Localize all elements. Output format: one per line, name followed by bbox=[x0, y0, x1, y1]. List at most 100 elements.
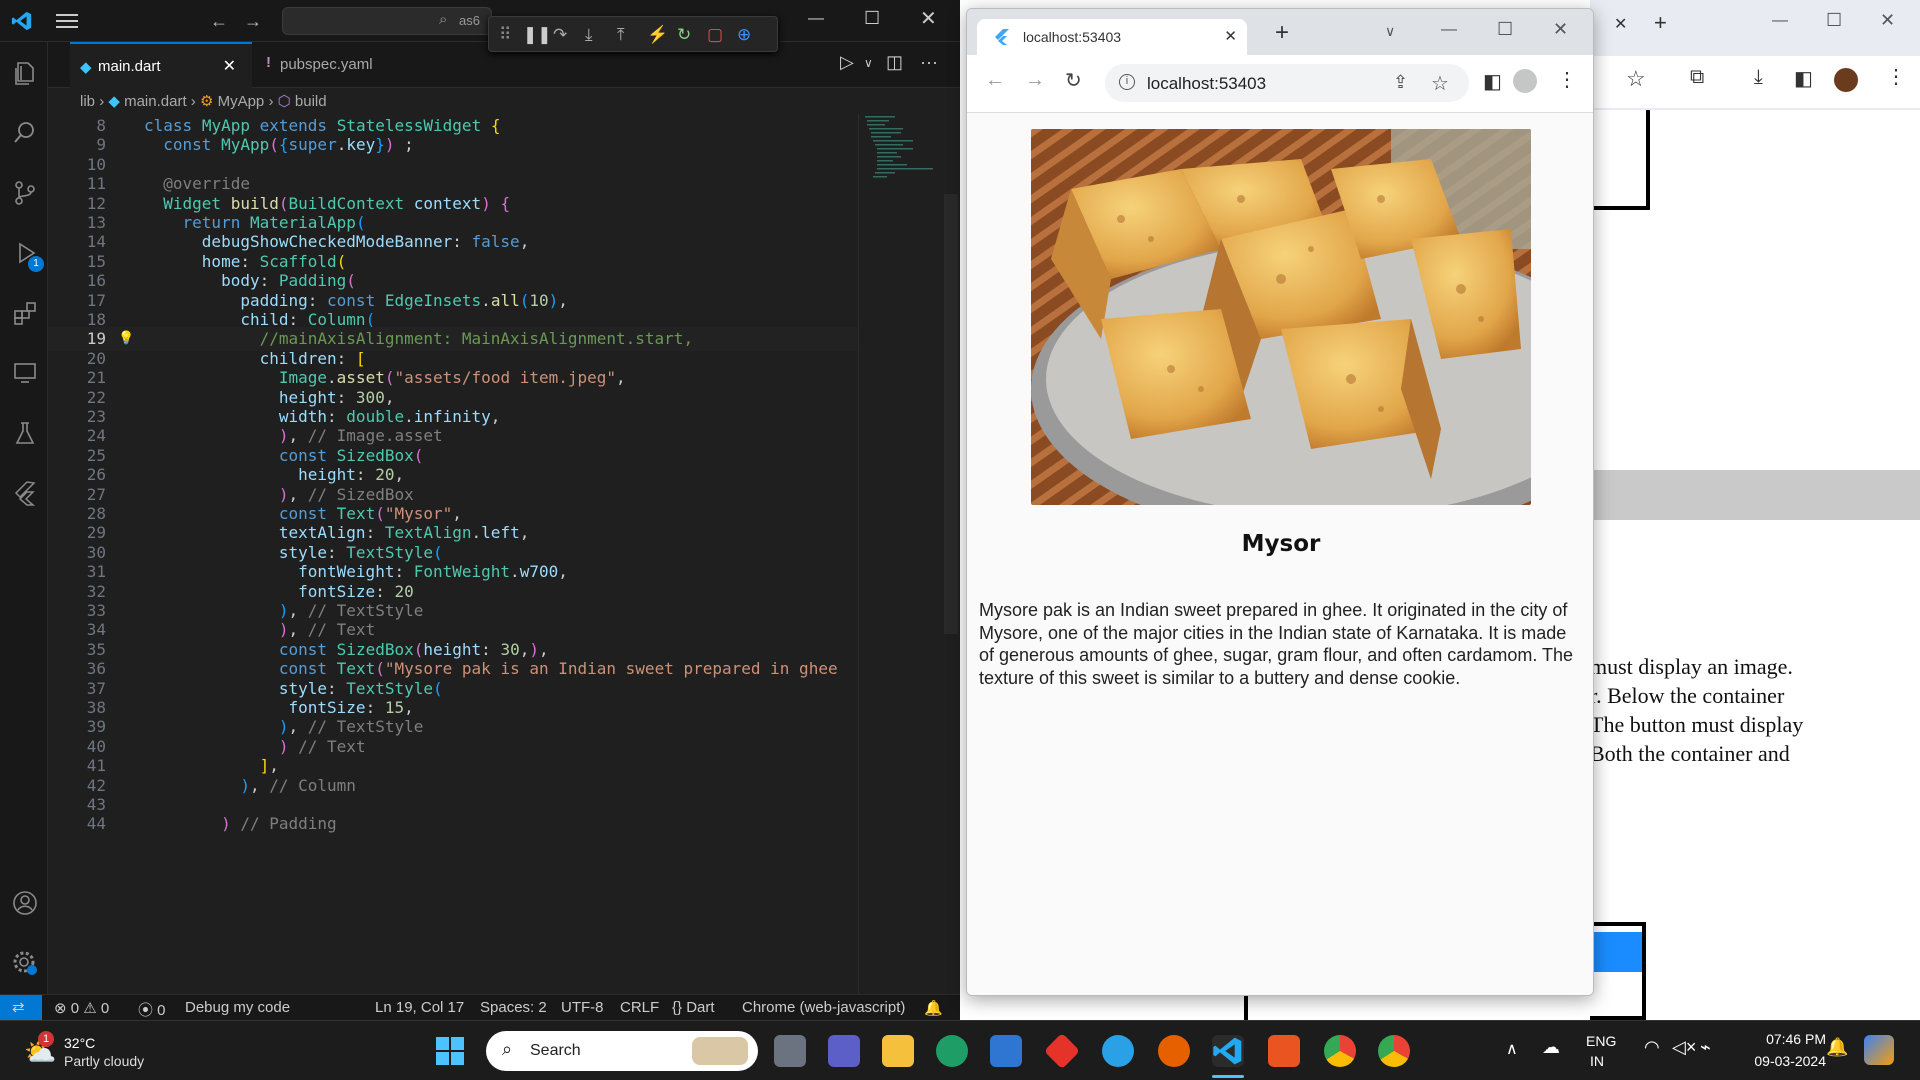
scrollbar-thumb[interactable] bbox=[944, 194, 958, 634]
more-actions-icon[interactable]: ··· bbox=[920, 52, 938, 73]
chrome-icon[interactable] bbox=[1378, 1035, 1410, 1067]
file-explorer-icon[interactable] bbox=[882, 1035, 914, 1067]
language-indicator[interactable]: ENG bbox=[1586, 1033, 1616, 1049]
region-indicator[interactable]: IN bbox=[1590, 1053, 1604, 1069]
store-icon[interactable] bbox=[990, 1035, 1022, 1067]
maximize-icon[interactable]: ☐ bbox=[864, 8, 880, 29]
profile-icon[interactable] bbox=[1513, 69, 1537, 93]
side-panel-icon[interactable]: ◧ bbox=[1794, 66, 1813, 91]
battery-icon[interactable]: ⌁ bbox=[1700, 1037, 1711, 1058]
forward-arrow-icon[interactable]: → bbox=[244, 11, 262, 32]
pause-icon[interactable]: ❚❚ bbox=[523, 25, 552, 45]
minimize-icon[interactable]: — bbox=[1772, 12, 1788, 30]
tab-pubspec-yaml[interactable]: ! pubspec.yaml bbox=[252, 42, 432, 88]
more-icon[interactable]: ⋮ bbox=[1886, 64, 1906, 89]
clock-date[interactable]: 09-03-2024 bbox=[1738, 1053, 1826, 1069]
manage-gear-icon[interactable] bbox=[12, 950, 38, 976]
chevron-down-icon[interactable]: ∨ bbox=[864, 56, 873, 70]
clock-time[interactable]: 07:46 PM bbox=[1742, 1031, 1826, 1047]
code-line[interactable]: 44 ) // Padding bbox=[48, 812, 858, 836]
explorer-icon[interactable] bbox=[12, 60, 38, 86]
more-icon[interactable]: ⋮ bbox=[1557, 67, 1577, 92]
close-icon[interactable]: ✕ bbox=[920, 6, 937, 31]
new-tab-icon[interactable]: + bbox=[1275, 19, 1289, 47]
task-view-icon[interactable] bbox=[774, 1035, 806, 1067]
vscode-taskbar-icon[interactable] bbox=[1212, 1035, 1244, 1067]
hot-reload-icon[interactable]: ⚡ bbox=[647, 25, 668, 45]
step-into-icon[interactable]: ⤓ bbox=[585, 25, 593, 45]
language-status[interactable]: {} Dart bbox=[672, 999, 715, 1016]
notification-bell-icon[interactable]: 🔔 bbox=[1826, 1037, 1848, 1058]
maximize-icon[interactable]: ☐ bbox=[1497, 19, 1513, 40]
profile-avatar[interactable] bbox=[1834, 68, 1858, 92]
share-icon[interactable]: ⇪ bbox=[1393, 72, 1408, 93]
download-icon[interactable]: ⤓ bbox=[1754, 66, 1763, 89]
editor-scrollbar[interactable] bbox=[944, 114, 958, 994]
tab-main-dart[interactable]: ◆ main.dart ✕ bbox=[70, 42, 252, 88]
source-control-icon[interactable] bbox=[12, 180, 38, 206]
side-panel-icon[interactable]: ◧ bbox=[1483, 69, 1502, 94]
encoding-status[interactable]: UTF-8 bbox=[561, 999, 604, 1016]
account-icon[interactable] bbox=[12, 890, 38, 916]
cursor-position-status[interactable]: Ln 19, Col 17 bbox=[375, 999, 464, 1016]
wifi-icon[interactable]: ◠ bbox=[1644, 1037, 1660, 1058]
volume-icon[interactable]: ◁× bbox=[1672, 1037, 1696, 1058]
edge-icon[interactable] bbox=[936, 1035, 968, 1067]
devtools-icon[interactable]: ⊕ bbox=[737, 25, 751, 45]
remote-indicator-button[interactable]: ⇄ bbox=[0, 995, 42, 1021]
stop-icon[interactable]: ▢ bbox=[707, 25, 723, 45]
breadcrumb-item[interactable]: build bbox=[295, 93, 327, 110]
weather-widget[interactable]: ⛅ 1 32°C Partly cloudy bbox=[20, 1031, 190, 1073]
run-icon[interactable]: ▷ bbox=[840, 52, 854, 73]
debug-my-code-status[interactable]: Debug my code bbox=[185, 999, 290, 1016]
back-arrow-icon[interactable]: ← bbox=[210, 11, 228, 32]
address-bar[interactable]: i localhost:53403 ⇪ ☆ bbox=[1105, 64, 1469, 102]
bookmark-star-icon[interactable]: ☆ bbox=[1626, 66, 1646, 92]
close-tab-icon[interactable]: ✕ bbox=[223, 56, 236, 76]
chevron-up-icon[interactable]: ∧ bbox=[1506, 1039, 1518, 1059]
ports-status[interactable]: ⦿ 0 bbox=[138, 999, 166, 1020]
back-arrow-icon[interactable]: ← bbox=[985, 69, 1005, 92]
tab-search-chevron-icon[interactable]: ∨ bbox=[1385, 23, 1395, 40]
code-editor[interactable]: 8 class MyApp extends StatelessWidget {9 … bbox=[48, 114, 858, 994]
extensions-icon[interactable] bbox=[12, 300, 38, 326]
taskbar-search-box[interactable]: ⌕ Search bbox=[486, 1031, 758, 1071]
flutter-icon[interactable] bbox=[12, 480, 38, 506]
new-tab-icon[interactable]: + bbox=[1654, 10, 1667, 36]
close-tab-icon[interactable]: ✕ bbox=[1614, 14, 1627, 34]
menu-icon[interactable] bbox=[56, 13, 78, 29]
teams-icon[interactable] bbox=[828, 1035, 860, 1067]
firefox-icon[interactable] bbox=[1158, 1035, 1190, 1067]
copilot-icon[interactable] bbox=[1864, 1035, 1894, 1065]
ubuntu-icon[interactable] bbox=[1268, 1035, 1300, 1067]
breadcrumb-item[interactable]: lib bbox=[80, 93, 95, 110]
extensions-icon[interactable]: ⧉ bbox=[1690, 66, 1704, 89]
onedrive-cloud-icon[interactable]: ☁ bbox=[1542, 1037, 1560, 1058]
chrome-profile-icon[interactable] bbox=[1324, 1035, 1356, 1067]
app-red-icon[interactable] bbox=[1043, 1032, 1081, 1070]
notifications-bell-icon[interactable]: 🔔 bbox=[924, 999, 943, 1017]
breadcrumb-item[interactable]: MyApp bbox=[218, 93, 265, 110]
windows-start-icon[interactable] bbox=[436, 1037, 464, 1065]
problems-status[interactable]: ⊗ 0 ⚠ 0 bbox=[54, 999, 109, 1017]
close-icon[interactable]: ✕ bbox=[1880, 10, 1895, 31]
indentation-status[interactable]: Spaces: 2 bbox=[480, 999, 547, 1016]
step-over-icon[interactable]: ↷ bbox=[553, 25, 567, 45]
search-icon[interactable] bbox=[12, 120, 38, 146]
maximize-icon[interactable]: ☐ bbox=[1826, 10, 1842, 31]
site-info-icon[interactable]: i bbox=[1119, 74, 1135, 90]
code-text[interactable]: ) // Padding bbox=[144, 812, 337, 836]
chrome-tab[interactable]: localhost:53403 ✕ bbox=[977, 19, 1247, 55]
bookmark-star-icon[interactable]: ☆ bbox=[1431, 71, 1449, 96]
drag-handle-icon[interactable]: ⠿ bbox=[499, 25, 511, 45]
testing-icon[interactable] bbox=[12, 420, 38, 446]
help-icon[interactable] bbox=[1102, 1035, 1134, 1067]
split-editor-icon[interactable]: ◫ bbox=[886, 52, 903, 73]
breadcrumb-item[interactable]: main.dart bbox=[124, 93, 187, 110]
device-status[interactable]: Chrome (web-javascript) bbox=[742, 999, 905, 1016]
step-out-icon[interactable]: ⤒ bbox=[617, 25, 625, 45]
command-center-search[interactable]: ⌕ as6 bbox=[282, 7, 492, 35]
close-tab-icon[interactable]: ✕ bbox=[1224, 27, 1237, 45]
minimize-icon[interactable]: — bbox=[1441, 21, 1457, 39]
minimap[interactable] bbox=[858, 114, 942, 994]
